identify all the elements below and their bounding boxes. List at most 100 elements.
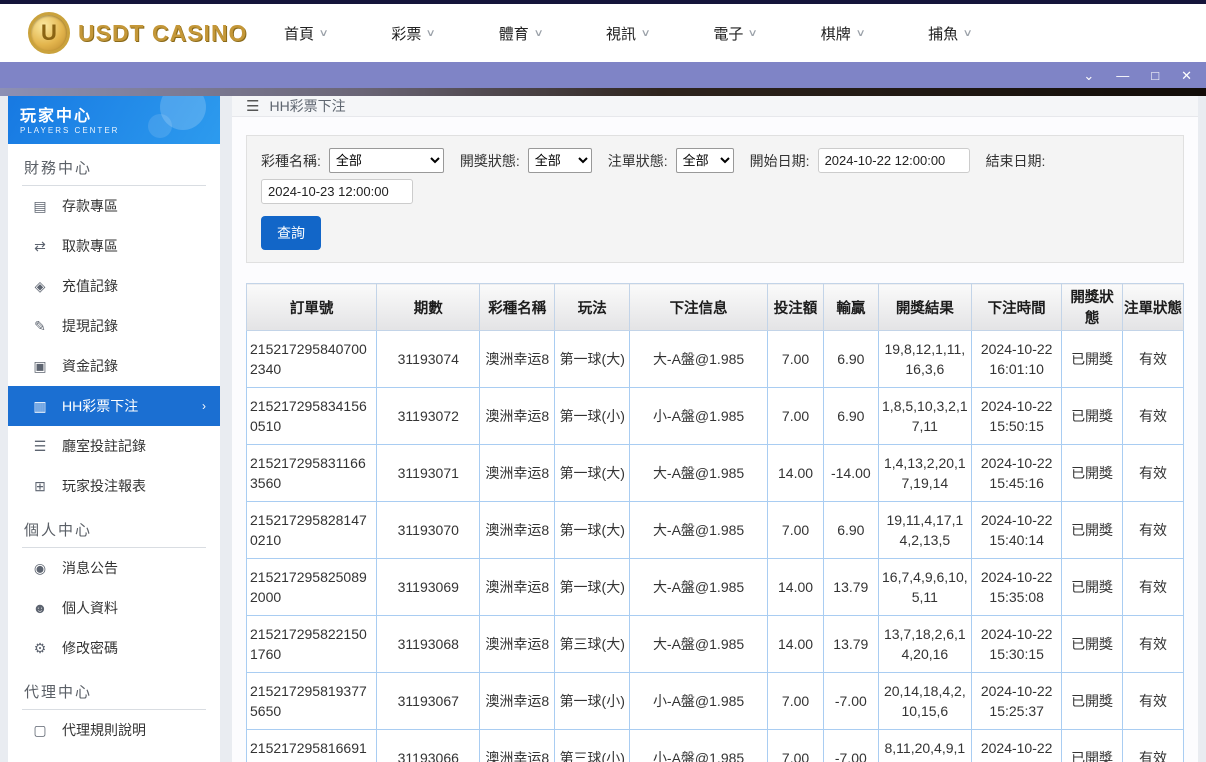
- sidebar-item-profile[interactable]: ☻ 個人資料: [8, 588, 220, 628]
- logo-text: USDT CASINO: [78, 20, 247, 47]
- sidebar-item-room-bet-record[interactable]: ☰ 廳室投註記錄: [8, 426, 220, 466]
- recharge-record-icon: ◈: [32, 278, 48, 295]
- table-row: 215217295840700234031193074澳洲幸运8第一球(大)大-…: [247, 331, 1184, 388]
- table-cell: 澳洲幸运8: [480, 445, 555, 502]
- lottery-bet-icon: ▥: [32, 398, 48, 415]
- table-cell: 6.90: [824, 388, 878, 445]
- filter-row: 彩種名稱: 全部 開獎狀態: 全部 注單狀態: 全部 開始日期: 結束日期:: [261, 148, 1169, 204]
- sidebar-item-hh-lottery-bet[interactable]: ▥ HH彩票下注 ›: [8, 386, 220, 426]
- sidebar-item-withdraw[interactable]: ⇄ 取款專區: [8, 226, 220, 266]
- table-row: 215217295834156051031193072澳洲幸运8第一球(小)小-…: [247, 388, 1184, 445]
- sidebar-item-player-bet-report[interactable]: ⊞ 玩家投注報表: [8, 466, 220, 506]
- table-cell: 澳洲幸运8: [480, 502, 555, 559]
- table-cell: 第三球(大): [555, 616, 630, 673]
- table-cell: 19,8,12,1,11,16,3,6: [878, 331, 972, 388]
- chevron-down-icon: ∨: [641, 28, 651, 39]
- sidebar-item-recharge-record[interactable]: ◈ 充值記錄: [8, 266, 220, 306]
- chevron-down-icon: ∨: [533, 28, 543, 39]
- table-cell: 有效: [1123, 445, 1184, 502]
- maximize-icon[interactable]: □: [1151, 69, 1159, 82]
- search-button[interactable]: 查詢: [261, 216, 321, 250]
- sidebar-item-label: 玩家投注報表: [62, 476, 146, 496]
- table-cell: 14.00: [767, 559, 823, 616]
- nav-item-label: 彩票: [391, 23, 421, 44]
- lottery-name-select[interactable]: 全部: [329, 148, 444, 173]
- sidebar-item-label: 修改密碼: [62, 638, 118, 658]
- nav-item-home[interactable]: 首頁 ∨: [284, 23, 327, 44]
- table-cell: 小-A盤@1.985: [630, 388, 768, 445]
- table-cell: 第三球(小): [555, 730, 630, 762]
- column-header: 下注時間: [972, 284, 1062, 331]
- nav-item-label: 體育: [499, 23, 529, 44]
- nav-item-chess[interactable]: 棋牌 ∨: [821, 23, 864, 44]
- table-cell: 有效: [1123, 673, 1184, 730]
- sidebar-item-announcements[interactable]: ◉ 消息公告: [8, 548, 220, 588]
- nav-item-live-video[interactable]: 視訊 ∨: [606, 23, 649, 44]
- table-header-row: 訂單號期數彩種名稱玩法下注信息投注額輸贏開獎結果下注時間開獎狀態注單狀態: [247, 284, 1184, 331]
- nav-item-electronic[interactable]: 電子 ∨: [713, 23, 756, 44]
- section-header-agent: 代理中心: [22, 668, 206, 710]
- chevron-right-icon: ›: [202, 399, 206, 413]
- sidebar-header: 玩家中心 PLAYERS CENTER: [8, 96, 220, 144]
- table-row: 215217295828147021031193070澳洲幸运8第一球(大)大-…: [247, 502, 1184, 559]
- table-cell: 13.79: [824, 559, 878, 616]
- order-number-cell: 2152172958341560510: [247, 388, 377, 445]
- hamburger-menu-icon[interactable]: ☰: [246, 97, 259, 115]
- table-cell: 小-A盤@1.985: [630, 730, 768, 762]
- minimize-icon[interactable]: —: [1116, 69, 1129, 82]
- background-art-band: [0, 88, 1206, 96]
- table-cell: 19,11,4,17,14,2,13,5: [878, 502, 972, 559]
- nav-item-lottery[interactable]: 彩票 ∨: [391, 23, 434, 44]
- order-number-cell: 2152172958193775650: [247, 673, 377, 730]
- table-cell: 澳洲幸运8: [480, 331, 555, 388]
- draw-status-select[interactable]: 全部: [528, 148, 592, 173]
- close-icon[interactable]: ✕: [1181, 69, 1192, 82]
- chevron-down-icon: ∨: [748, 28, 758, 39]
- sidebar-item-funds-record[interactable]: ▣ 資金記錄: [8, 346, 220, 386]
- end-date-label: 結束日期:: [986, 151, 1046, 171]
- table-cell: 澳洲幸运8: [480, 388, 555, 445]
- table-cell: 小-A盤@1.985: [630, 673, 768, 730]
- table-cell: 2024-10-22 15:25:37: [972, 673, 1062, 730]
- nav-item-label: 捕魚: [928, 23, 958, 44]
- nav-item-fishing[interactable]: 捕魚 ∨: [928, 23, 971, 44]
- app-logo[interactable]: U USDT CASINO: [28, 12, 258, 54]
- sidebar-item-deposit[interactable]: ▤ 存款專區: [8, 186, 220, 226]
- table-cell: 澳洲幸运8: [480, 730, 555, 762]
- sidebar-item-agent-rules[interactable]: ▢ 代理規則說明: [8, 710, 220, 750]
- table-cell: -7.00: [824, 730, 878, 762]
- collapse-chevron-icon[interactable]: ⌄: [1083, 69, 1094, 82]
- table-cell: 大-A盤@1.985: [630, 616, 768, 673]
- order-number-cell: 2152172958407002340: [247, 331, 377, 388]
- table-cell: -7.00: [824, 673, 878, 730]
- table-cell: 2024-10-22 15:45:16: [972, 445, 1062, 502]
- start-date-input[interactable]: [818, 148, 970, 173]
- table-cell: 已開獎: [1062, 730, 1123, 762]
- end-date-input[interactable]: [261, 179, 413, 204]
- funds-record-icon: ▣: [32, 358, 48, 375]
- sidebar-item-withdrawal-record[interactable]: ✎ 提現記錄: [8, 306, 220, 346]
- start-date-label: 開始日期:: [750, 151, 810, 171]
- table-cell: 大-A盤@1.985: [630, 502, 768, 559]
- bet-records-table: 訂單號期數彩種名稱玩法下注信息投注額輸贏開獎結果下注時間開獎狀態注單狀態 215…: [246, 283, 1184, 762]
- column-header: 下注信息: [630, 284, 768, 331]
- nav-item-sports[interactable]: 體育 ∨: [499, 23, 542, 44]
- order-number-cell: 2152172958281470210: [247, 502, 377, 559]
- column-header: 注單狀態: [1123, 284, 1184, 331]
- sidebar-item-label: 充值記錄: [62, 276, 118, 296]
- table-row: 215217295816691125031193066澳洲幸运8第三球(小)小-…: [247, 730, 1184, 762]
- table-cell: 有效: [1123, 559, 1184, 616]
- order-status-select[interactable]: 全部: [676, 148, 734, 173]
- column-header: 期數: [377, 284, 480, 331]
- table-cell: 1,8,5,10,3,2,17,11: [878, 388, 972, 445]
- user-icon: ☻: [32, 600, 48, 616]
- main-menu: 首頁 ∨ 彩票 ∨ 體育 ∨ 視訊 ∨ 電子 ∨ 棋牌 ∨ 捕魚 ∨: [284, 23, 971, 44]
- sidebar-item-change-password[interactable]: ⚙ 修改密碼: [8, 628, 220, 668]
- chevron-down-icon: ∨: [319, 28, 329, 39]
- table-cell: 31193068: [377, 616, 480, 673]
- table-row: 215217295825089200031193069澳洲幸运8第一球(大)大-…: [247, 559, 1184, 616]
- table-cell: 7.00: [767, 388, 823, 445]
- table-cell: 1,4,13,2,20,17,19,14: [878, 445, 972, 502]
- sidebar-item-label: 個人資料: [62, 598, 118, 618]
- order-status-label: 注單狀態:: [608, 151, 668, 171]
